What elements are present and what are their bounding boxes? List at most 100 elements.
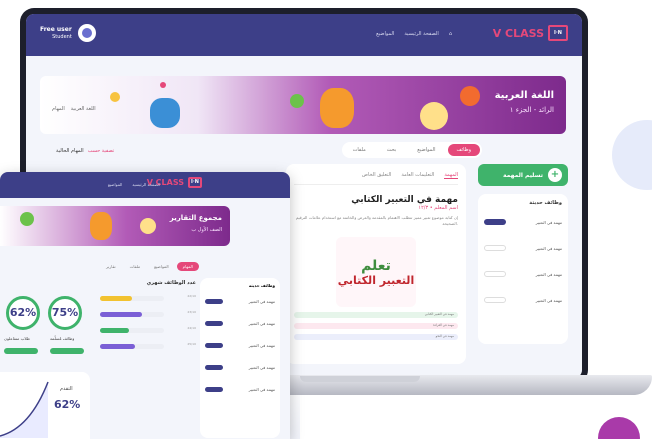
progress-bar — [100, 296, 164, 301]
list-item[interactable]: مهمة في التعبير — [205, 382, 275, 396]
decor-ball — [140, 218, 156, 234]
brand-name: V CLASS — [492, 26, 544, 40]
kpi-label: طلاب متفاعلون — [4, 336, 30, 341]
top-bar: V CLASS I·N المواضيع الصفحة الرئيسية — [0, 172, 290, 198]
filter-label: تصفية حسب — [87, 148, 115, 154]
progress-bar — [100, 328, 164, 333]
main-nav: المواضيع الصفحة الرئيسية ⌂ — [376, 31, 452, 37]
list-item[interactable]: مهمة في التعبير — [205, 294, 275, 308]
task-chip[interactable]: مهمة في النحو — [294, 334, 458, 340]
student-illustration — [320, 88, 354, 128]
tab-files[interactable]: ملفات — [124, 262, 146, 271]
task-card: التعليق الخاص التعليمات العامة المهمة مه… — [286, 164, 466, 364]
filter[interactable]: المهام الحالية تصفية حسب — [56, 148, 114, 154]
kpi-bar — [50, 348, 84, 354]
list-item[interactable]: مهمة في التعبير — [484, 214, 562, 230]
list-item-label: مهمة في التعبير — [248, 298, 275, 304]
list-item-label: مهمة في التعبير — [248, 364, 275, 370]
list-item[interactable]: مهمة في التعبير — [205, 360, 275, 374]
task-description: إن كتابة موضوع تعبير مميز تتطلب الاهتمام… — [295, 215, 458, 226]
tab-task[interactable]: المهمة — [444, 172, 458, 179]
breadcrumb: المهام اللغة العربية — [52, 106, 96, 112]
banner-subtitle: الصف الأول ب — [191, 227, 222, 233]
top-bar: V CLASS I·N المواضيع الصفحة الرئيسية ⌂ F… — [26, 14, 582, 56]
kpi-bar — [4, 348, 38, 354]
list-item-label: مهمة في التعبير — [535, 245, 562, 251]
decor-ball — [110, 92, 120, 102]
section-tabs: ملفات بحث المواضيع وظائف — [341, 142, 482, 158]
status-badge — [205, 298, 223, 304]
banner-title: اللغة العربية — [494, 90, 554, 101]
status-badge — [205, 386, 223, 392]
banner-title: مجموع التقارير — [169, 214, 222, 222]
decor-ball — [20, 212, 34, 226]
subject-banner: اللغة العربية الرائد - الجزء ١ المهام ال… — [40, 76, 566, 134]
recent-tasks-panel: وظائف حديثة مهمة في التعبير مهمة في التع… — [478, 194, 568, 344]
user-menu[interactable]: Free user Student — [40, 24, 96, 42]
home-icon[interactable]: ⌂ — [449, 31, 452, 37]
row-date: 24/10 — [187, 326, 196, 330]
list-item-label: مهمة في التعبير — [248, 342, 275, 348]
decor-ball — [160, 82, 166, 88]
tab-general-instructions[interactable]: التعليمات العامة — [401, 172, 434, 179]
nav-link[interactable]: الصفحة الرئيسية — [132, 182, 160, 187]
laptop-hinge — [300, 376, 420, 382]
row-date: 22/10 — [187, 294, 196, 298]
user-name: Free user — [40, 25, 72, 33]
nav-link[interactable]: المواضيع — [108, 182, 123, 187]
list-item-label: مهمة في التعبير — [535, 219, 562, 225]
status-badge — [205, 342, 223, 348]
status-badge — [484, 245, 506, 251]
row-date: 25/10 — [187, 342, 196, 346]
tab-search[interactable]: بحث — [378, 144, 406, 156]
progress-label: التقدم — [60, 386, 73, 392]
tab-assignments[interactable]: وظائف — [447, 144, 480, 156]
submit-task-button[interactable]: تسليم المهمة + — [478, 164, 568, 186]
tab-topics[interactable]: المواضيع — [148, 262, 175, 271]
row-date: 23/10 — [187, 310, 196, 314]
nav-link[interactable]: الصفحة الرئيسية — [404, 31, 439, 37]
banner-subtitle: الرائد - الجزء ١ — [509, 106, 554, 114]
task-poster: تعلم التعبير الكتابي — [336, 237, 416, 307]
decor-ball — [460, 86, 480, 106]
background-blob — [598, 417, 640, 439]
task-chip[interactable]: مهمة في القراءة — [294, 323, 458, 329]
card-title: عدد الوظائف شهري — [146, 280, 196, 286]
list-item[interactable]: مهمة في التعبير — [484, 266, 562, 282]
brand-logo[interactable]: V CLASS I·N — [493, 25, 568, 41]
poster-text: التعبير الكتابي — [337, 273, 415, 287]
decor-ball — [420, 102, 448, 130]
status-badge — [205, 364, 223, 370]
list-item-label: مهمة في التعبير — [535, 297, 562, 303]
task-chip[interactable]: مهمة في التعبير الكتابي — [294, 312, 458, 318]
brand-box: I·N — [188, 177, 202, 188]
breadcrumb-item[interactable]: المهام — [52, 106, 65, 112]
avatar[interactable] — [77, 24, 96, 42]
tab-reports[interactable]: تقارير — [100, 262, 122, 271]
tablet-screen: V CLASS I·N المواضيع الصفحة الرئيسية مجم… — [0, 172, 290, 439]
list-item[interactable]: مهمة في التعبير — [205, 338, 275, 352]
section-tabs: تقارير ملفات المواضيع المهام — [100, 262, 199, 271]
kpi-label: وظائف مُسلّمة — [50, 336, 75, 341]
tab-files[interactable]: ملفات — [344, 144, 375, 156]
progress-bar — [100, 344, 164, 349]
main-nav: المواضيع الصفحة الرئيسية — [108, 182, 160, 187]
panel-title: وظائف حديثة — [248, 283, 275, 288]
list-item-label: مهمة في التعبير — [535, 271, 562, 277]
tab-topics[interactable]: المواضيع — [408, 144, 444, 156]
breadcrumb-item[interactable]: اللغة العربية — [71, 106, 96, 112]
list-item-label: مهمة في التعبير — [248, 320, 275, 326]
growth-curve — [0, 381, 49, 438]
poster-text: تعلم — [361, 257, 391, 274]
filter-value[interactable]: المهام الحالية — [56, 148, 84, 154]
list-item[interactable]: مهمة في التعبير — [484, 240, 562, 256]
tab-tasks[interactable]: المهام — [176, 262, 199, 271]
list-item[interactable]: مهمة في التعبير — [205, 316, 275, 330]
plus-icon: + — [548, 168, 562, 182]
tab-private-comment[interactable]: التعليق الخاص — [362, 172, 391, 179]
nav-link[interactable]: المواضيع — [376, 31, 394, 37]
brand-box: I·N — [548, 25, 568, 41]
task-meta: اسم المعلم • ١٢/٣ — [418, 205, 458, 211]
list-item[interactable]: مهمة في التعبير — [484, 292, 562, 308]
status-badge — [484, 297, 506, 303]
